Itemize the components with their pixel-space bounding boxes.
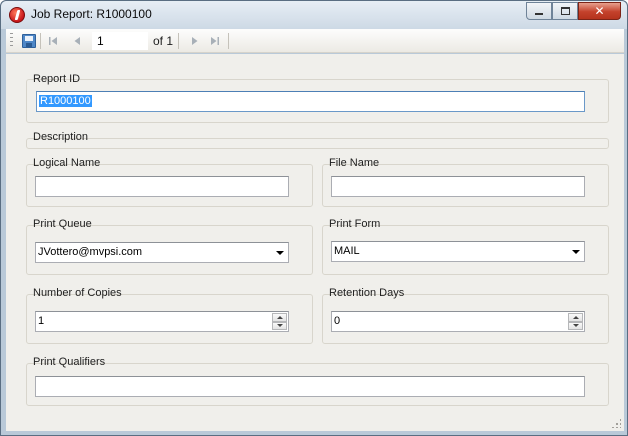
print-queue-label: Print Queue: [33, 218, 92, 230]
arrow-down-icon: [572, 324, 579, 328]
navigation-toolbar: of 1: [6, 29, 624, 53]
logical-name-label: Logical Name: [33, 157, 101, 169]
page-count-label: of 1: [153, 34, 174, 48]
form-panel: Report ID R1000100 Description Logical N…: [6, 54, 624, 431]
print-queue-value: JVottero@mvpsi.com: [38, 246, 143, 258]
print-form-dropdown[interactable]: MAIL: [331, 241, 585, 262]
number-of-copies-label: Number of Copies: [33, 287, 122, 299]
toolbar-separator: [228, 33, 229, 49]
print-qualifiers-label: Print Qualifiers: [33, 356, 106, 368]
app-window: Job Report: R1000100 ✕ of 1 Report ID: [0, 0, 628, 436]
print-queue-dropdown[interactable]: JVottero@mvpsi.com: [35, 242, 289, 263]
close-button[interactable]: ✕: [578, 2, 621, 20]
maximize-button[interactable]: [552, 2, 578, 20]
arrow-up-icon: [572, 315, 579, 319]
retention-days-label: Retention Days: [329, 287, 405, 299]
previous-page-icon: [74, 37, 80, 45]
chevron-down-icon: [276, 251, 284, 255]
first-page-button[interactable]: [44, 32, 62, 50]
last-page-icon: [211, 37, 219, 45]
retention-days-value: 0: [334, 315, 341, 327]
retention-days-stepper[interactable]: 0: [331, 311, 585, 332]
previous-page-button[interactable]: [68, 32, 86, 50]
next-page-button[interactable]: [186, 32, 204, 50]
file-name-field[interactable]: [331, 176, 585, 197]
logical-name-field[interactable]: [35, 176, 289, 197]
maximize-icon: [560, 7, 570, 15]
report-id-field[interactable]: R1000100: [36, 91, 585, 112]
page-number-input[interactable]: [92, 32, 148, 50]
retention-increment-button[interactable]: [568, 313, 583, 322]
window-title: Job Report: R1000100: [31, 7, 152, 21]
number-of-copies-stepper[interactable]: 1: [35, 311, 289, 332]
report-id-label: Report ID: [33, 73, 81, 85]
toolbar-separator: [40, 33, 41, 49]
report-id-value: R1000100: [39, 95, 92, 107]
close-icon: ✕: [594, 4, 605, 18]
app-logo-icon: [9, 7, 25, 23]
window-controls: ✕: [526, 2, 621, 20]
number-of-copies-value: 1: [38, 315, 45, 327]
minimize-button[interactable]: [526, 2, 552, 20]
description-group: [26, 138, 609, 149]
description-label: Description: [33, 131, 89, 143]
arrow-up-icon: [276, 315, 283, 319]
last-page-button[interactable]: [206, 32, 224, 50]
print-form-value: MAIL: [334, 245, 360, 257]
retention-spinner: [568, 313, 583, 330]
toolbar-separator: [178, 33, 179, 49]
save-icon: [22, 34, 36, 48]
copies-decrement-button[interactable]: [272, 321, 287, 330]
print-qualifiers-field[interactable]: [35, 376, 585, 397]
next-page-icon: [192, 37, 198, 45]
toolbar-grip-icon[interactable]: [10, 33, 13, 49]
minimize-icon: [535, 13, 543, 15]
copies-spinner: [272, 313, 287, 330]
title-bar[interactable]: Job Report: R1000100 ✕: [1, 1, 627, 29]
print-form-label: Print Form: [329, 218, 381, 230]
save-button[interactable]: [20, 32, 38, 50]
arrow-down-icon: [276, 324, 283, 328]
copies-increment-button[interactable]: [272, 313, 287, 322]
first-page-icon: [49, 37, 57, 45]
resize-grip-icon[interactable]: [611, 418, 621, 428]
file-name-label: File Name: [329, 157, 380, 169]
retention-decrement-button[interactable]: [568, 321, 583, 330]
chevron-down-icon: [572, 250, 580, 254]
